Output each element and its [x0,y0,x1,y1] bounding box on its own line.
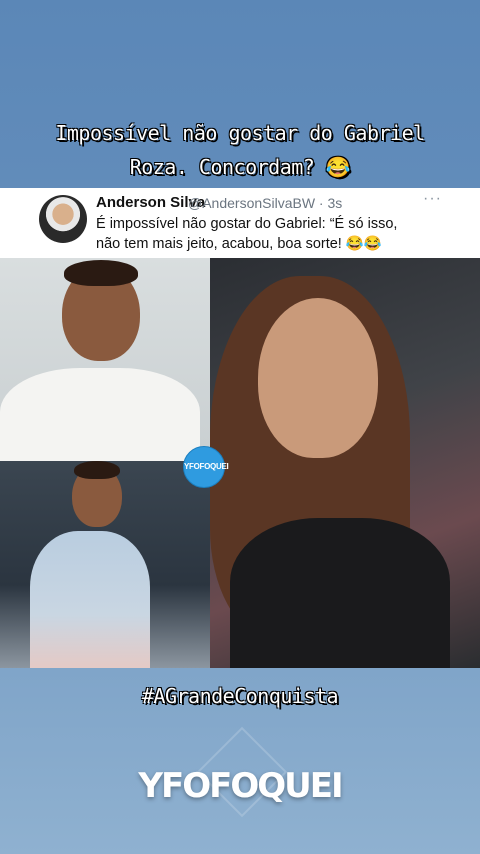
hashtag-caption: #AGrandeConquista [141,684,339,708]
more-options-icon[interactable]: ··· [423,190,442,208]
headline-caption: Impossível não gostar do Gabriel Roza. C… [0,116,480,184]
headline-line-2: Roza. Concordam? 😂 [129,155,351,179]
brand-watermark: YFOFOQUEI [138,766,343,806]
headline-line-1: Impossível não gostar do Gabriel [55,121,425,145]
photo-woman-laughing [210,258,480,668]
photo-man-white-shirt [0,258,210,461]
avatar[interactable] [39,195,87,243]
tweet-text-line-1: É impossível não gostar do Gabriel: “É s… [96,216,398,232]
photo-man-blue-shirt [0,461,210,668]
yfofoquei-badge-logo: YFOFOQUEI [183,446,229,488]
tweet-text: É impossível não gostar do Gabriel: “É s… [96,214,466,254]
tweet-text-line-2: não tem mais jeito, acabou, boa sorte! 😂… [96,236,382,252]
tweet-handle-time: @AndersonSilvaBW · 3s [188,195,343,211]
photo-collage [0,258,480,668]
tweet-card[interactable]: Anderson Silva @AndersonSilvaBW · 3s ···… [0,188,480,258]
